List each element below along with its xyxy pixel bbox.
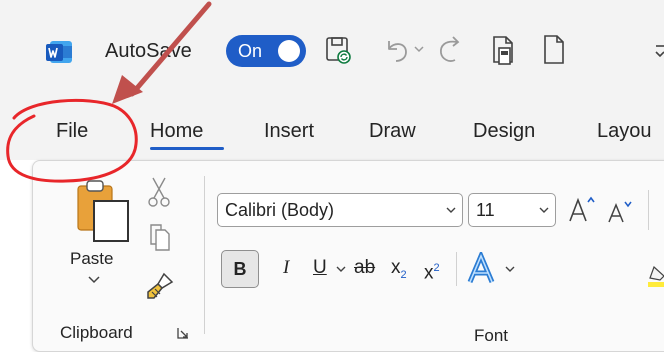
font-divider: [456, 252, 457, 286]
cut-icon[interactable]: [147, 174, 171, 210]
customize-icon[interactable]: [654, 40, 664, 62]
clipboard-launcher-icon[interactable]: [175, 325, 191, 341]
text-effects-dropdown-icon[interactable]: [503, 262, 517, 276]
save-sync-icon[interactable]: [322, 32, 354, 68]
word-app-icon: [46, 41, 72, 63]
clipboard-group-label: Clipboard: [60, 323, 133, 342]
ribbon-tab-bar: [0, 100, 664, 160]
undo-dropdown-icon[interactable]: [412, 42, 426, 56]
font-group-label: Font: [474, 326, 509, 345]
autosave-toggle[interactable]: On: [226, 35, 306, 67]
paste-label[interactable]: Paste: [70, 248, 113, 270]
font-divider: [648, 190, 649, 230]
decrease-font-size-icon[interactable]: [606, 196, 636, 226]
chevron-down-icon: [539, 207, 549, 213]
font-name-value: Calibri (Body): [225, 200, 335, 220]
font-name-dropdown[interactable]: Calibri (Body): [217, 193, 463, 227]
tab-insert[interactable]: Insert: [264, 118, 314, 144]
undo-icon[interactable]: [380, 32, 412, 68]
text-effects-icon[interactable]: [466, 252, 500, 286]
new-document-icon[interactable]: [538, 32, 570, 68]
underline-dropdown-icon[interactable]: [334, 262, 348, 276]
superscript-button[interactable]: x2: [424, 256, 440, 285]
toggle-knob: [278, 40, 300, 62]
tab-draw[interactable]: Draw: [369, 118, 416, 144]
tab-home[interactable]: Home: [150, 118, 203, 144]
redo-icon[interactable]: [435, 32, 467, 68]
tab-layout[interactable]: Layou: [597, 118, 652, 144]
font-size-dropdown[interactable]: 11: [468, 193, 556, 227]
underline-button[interactable]: U: [313, 256, 327, 280]
format-painter-icon[interactable]: [144, 270, 176, 302]
highlight-icon[interactable]: [648, 264, 664, 288]
autosave-label: AutoSave: [105, 40, 192, 62]
tab-file[interactable]: File: [56, 118, 88, 144]
active-tab-indicator: [150, 147, 224, 150]
paste-chevron-down-icon[interactable]: [86, 274, 102, 286]
page-preview-icon[interactable]: [488, 32, 520, 68]
italic-button[interactable]: I: [283, 256, 289, 280]
subscript-button[interactable]: x2: [391, 256, 407, 287]
group-divider: [204, 176, 205, 334]
increase-font-size-icon[interactable]: [566, 192, 600, 226]
font-size-value: 11: [476, 200, 495, 220]
tab-design[interactable]: Design: [473, 118, 535, 144]
autosave-toggle-state: On: [238, 41, 263, 61]
bold-button[interactable]: B: [221, 250, 259, 288]
copy-icon[interactable]: [146, 222, 174, 252]
strikethrough-button[interactable]: ab: [354, 256, 375, 280]
chevron-down-icon: [446, 207, 456, 213]
paste-icon[interactable]: [70, 176, 132, 250]
